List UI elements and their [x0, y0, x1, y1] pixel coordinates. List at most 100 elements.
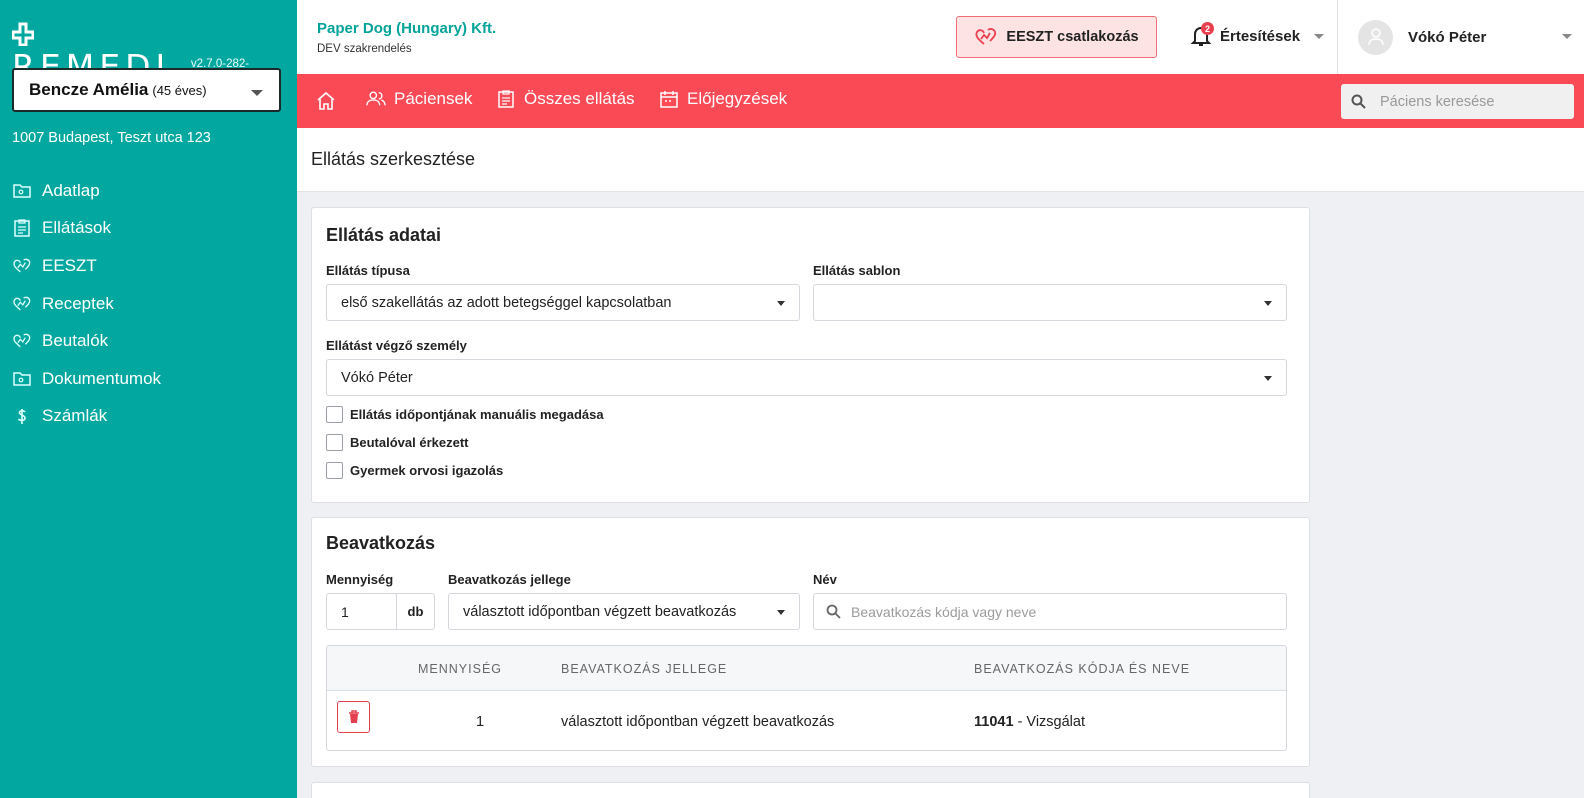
beavatkozas-heading: Beavatkozás — [326, 533, 436, 553]
ellatas-type-value: első szakellátás az adott betegséggel ka… — [341, 294, 672, 311]
organization-name[interactable]: Paper Dog (Hungary) Kft. — [317, 20, 496, 37]
checkbox-label: Ellátás időpontjának manuális megadása — [350, 407, 604, 422]
eeszt-connect-label: EESZT csatlakozás — [1006, 29, 1139, 45]
next-card — [311, 782, 1310, 798]
clipboard-icon — [498, 90, 514, 108]
sidebar-item-szamlak[interactable]: Számlák — [12, 398, 282, 436]
patient-select[interactable]: Bencze Amélia (45 éves) — [12, 68, 281, 112]
chevron-down-icon — [1314, 33, 1325, 39]
search-icon — [826, 604, 841, 619]
beavatkozas-type-select[interactable]: választott időpontban végzett beavatkozá… — [448, 593, 800, 630]
eeszt-icon — [975, 28, 997, 45]
user-name: Vókó Péter — [1408, 28, 1487, 46]
ellatas-person-label: Ellátást végző személy — [326, 338, 467, 353]
manual-time-checkbox-row[interactable]: Ellátás időpontjának manuális megadása — [326, 406, 604, 423]
sidebar-item-ellatasok[interactable]: Ellátások — [12, 210, 282, 248]
beavatkozas-search[interactable] — [813, 593, 1287, 630]
ellatas-person-value: Vókó Péter — [341, 369, 413, 386]
home-icon[interactable] — [316, 91, 336, 111]
child-certificate-checkbox-row[interactable]: Gyermek orvosi igazolás — [326, 462, 503, 479]
users-icon — [366, 91, 386, 106]
quantity-stepper[interactable]: 1 db — [326, 593, 435, 630]
beavatkozas-type-value: választott időpontban végzett beavatkozá… — [463, 603, 737, 620]
ellatas-heading: Ellátás adatai — [326, 225, 442, 245]
trash-icon — [348, 710, 359, 723]
sidebar-item-adatlap[interactable]: Adatlap — [12, 172, 282, 210]
ellatas-person-select[interactable]: Vókó Péter — [326, 359, 1287, 396]
chevron-down-icon — [777, 301, 785, 306]
child-certificate-checkbox[interactable] — [326, 462, 343, 479]
ellatas-template-label: Ellátás sablon — [813, 263, 901, 278]
sidebar: REMEDI v2.7.0-282-g0bee643 Bencze Amélia… — [0, 0, 297, 798]
column-header-type[interactable]: BEAVATKOZÁS JELLEGE — [561, 662, 727, 676]
sidebar-item-label: Ellátások — [42, 218, 111, 238]
logo-plus-icon — [11, 22, 35, 47]
sidebar-nav: Adatlap Ellátások EESZT Receptek Beutaló… — [12, 172, 282, 435]
bell-icon: 2 — [1190, 22, 1214, 48]
sidebar-item-eeszt[interactable]: EESZT — [12, 247, 282, 285]
eeszt-icon — [13, 333, 31, 348]
manual-time-checkbox[interactable] — [326, 406, 343, 423]
sidebar-item-label: Számlák — [42, 406, 108, 426]
patient-search[interactable] — [1341, 84, 1574, 119]
column-header-qty[interactable]: MENNYISÉG — [418, 662, 502, 676]
ellatas-type-select[interactable]: első szakellátás az adott betegséggel ka… — [326, 284, 800, 321]
sidebar-item-label: Dokumentumok — [42, 368, 162, 388]
delete-button[interactable] — [337, 701, 370, 733]
ellatas-card: Ellátás adatai Ellátás típusa első szake… — [311, 207, 1310, 503]
nav-osszes-ellatas[interactable]: Összes ellátás — [496, 89, 635, 109]
row-type: választott időpontban végzett beavatkozá… — [561, 714, 835, 730]
checkbox-label: Gyermek orvosi igazolás — [350, 463, 504, 478]
nav-label: Páciensek — [394, 89, 473, 108]
chevron-down-icon — [251, 90, 263, 96]
patient-age: (45 éves) — [152, 82, 207, 98]
patient-address: 1007 Budapest, Teszt utca 123 — [12, 130, 211, 146]
ellatas-type-label: Ellátás típusa — [326, 263, 410, 278]
eeszt-icon — [13, 258, 31, 273]
nav-elojegyzesek[interactable]: Előjegyzések — [659, 89, 787, 109]
sidebar-item-label: EESZT — [42, 255, 97, 275]
page-title-bar: Ellátás szerkesztése — [297, 128, 1584, 192]
eeszt-icon — [13, 296, 31, 310]
sidebar-item-label: Beutalók — [42, 331, 109, 351]
table-header: MENNYISÉG BEAVATKOZÁS JELLEGE BEAVATKOZÁ… — [327, 646, 1286, 691]
calendar-icon — [660, 91, 678, 108]
patient-name: Bencze Amélia — [29, 80, 149, 99]
chevron-down-icon — [777, 610, 785, 615]
referral-checkbox-row[interactable]: Beutalóval érkezett — [326, 434, 469, 451]
quantity-unit: db — [407, 604, 424, 619]
eeszt-connect-button[interactable]: EESZT csatlakozás — [956, 16, 1157, 58]
column-header-code[interactable]: BEAVATKOZÁS KÓDJA ÉS NEVE — [974, 662, 1190, 676]
notification-count-badge: 2 — [1201, 22, 1214, 35]
user-menu[interactable]: Vókó Péter — [1337, 0, 1584, 74]
main-navbar: Páciensek Összes ellátás Előjegyzések — [297, 74, 1584, 128]
chevron-down-icon — [1562, 34, 1572, 39]
nav-label: Összes ellátás — [524, 89, 635, 108]
patient-search-input[interactable] — [1380, 93, 1550, 110]
sidebar-item-receptek[interactable]: Receptek — [12, 285, 282, 323]
folder-icon — [13, 372, 31, 386]
folder-icon — [13, 184, 31, 198]
checkbox-label: Beutalóval érkezett — [350, 435, 469, 450]
top-header: Paper Dog (Hungary) Kft. DEV szakrendelé… — [297, 0, 1584, 74]
name-label: Név — [813, 572, 837, 587]
sidebar-item-label: Receptek — [42, 293, 114, 313]
sidebar-item-dokumentumok[interactable]: Dokumentumok — [12, 360, 282, 398]
chevron-down-icon — [1264, 376, 1272, 381]
notifications-dropdown[interactable]: 2 Értesítések — [1190, 22, 1325, 48]
row-qty: 1 — [476, 714, 485, 730]
beavatkozas-table: MENNYISÉG BEAVATKOZÁS JELLEGE BEAVATKOZÁ… — [326, 645, 1287, 751]
organization-unit: DEV szakrendelés — [317, 43, 412, 55]
nav-paciensek[interactable]: Páciensek — [366, 89, 472, 109]
notifications-label: Értesítések — [1220, 27, 1301, 45]
referral-checkbox[interactable] — [326, 434, 343, 451]
clipboard-icon — [14, 219, 30, 238]
beavatkozas-search-input[interactable] — [851, 603, 1251, 620]
page-title: Ellátás szerkesztése — [311, 149, 476, 169]
avatar — [1358, 19, 1393, 55]
sidebar-item-beutalok[interactable]: Beutalók — [12, 322, 282, 360]
qty-label: Mennyiség — [326, 572, 394, 587]
search-icon — [1351, 94, 1366, 109]
quantity-input[interactable]: 1 — [327, 594, 397, 629]
ellatas-template-select[interactable] — [813, 284, 1287, 321]
